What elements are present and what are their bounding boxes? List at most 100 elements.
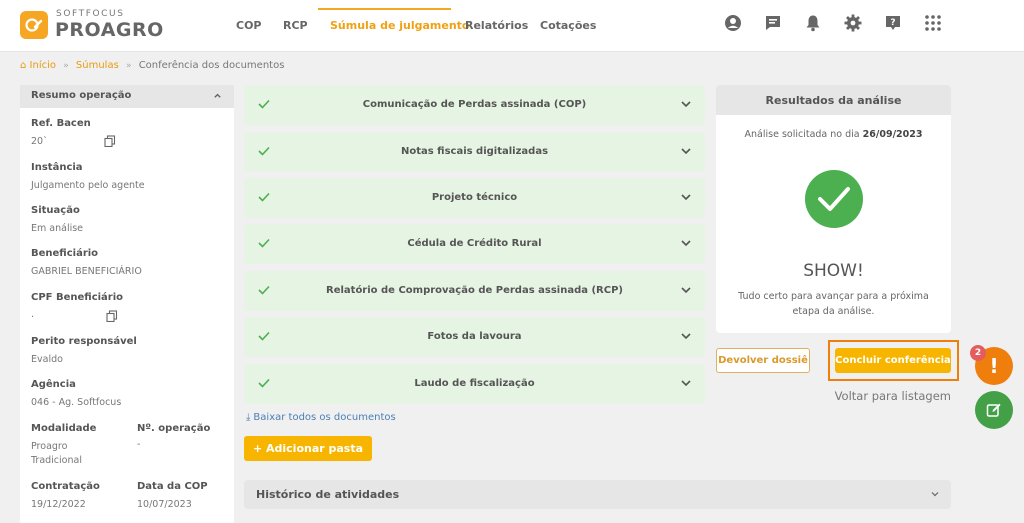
perito-value: Evaldo (31, 354, 63, 365)
top-navbar: SOFTFOCUS PROAGRO COP RCP Súmula de julg… (0, 0, 1024, 52)
summary-header[interactable]: Resumo operação (20, 85, 234, 108)
chevron-down-icon[interactable] (681, 239, 691, 247)
chat-icon[interactable] (763, 13, 783, 33)
chevron-down-icon[interactable] (931, 491, 939, 497)
success-check-icon (805, 170, 863, 228)
user-icon[interactable] (723, 13, 743, 33)
alert-icon: ! (989, 354, 999, 378)
situacao-value: Em análise (31, 223, 84, 234)
modalidade-value-line1: Proagro (31, 441, 68, 452)
download-all-label: Baixar todos os documentos (253, 412, 396, 423)
edit-fab[interactable] (975, 391, 1013, 429)
summary-title: Resumo operação (31, 90, 132, 101)
request-date-prefix: Análise solicitada no dia (744, 129, 860, 140)
document-accordion-cedula[interactable]: Cédula de Crédito Rural (244, 224, 705, 264)
n-operacao-value: - (137, 439, 141, 450)
nav-cop[interactable]: COP (236, 19, 262, 32)
data-cop-value: 10/07/2023 (137, 499, 192, 510)
modalidade-value-line2: Tradicional (31, 455, 82, 466)
copy-icon[interactable] (104, 135, 116, 147)
logo-mark-icon (25, 18, 43, 32)
ref-bacen-label: Ref. Bacen (31, 118, 91, 129)
document-accordion-cop[interactable]: Comunicação de Perdas assinada (COP) (244, 85, 705, 125)
document-title: Notas fiscais digitalizadas (400, 146, 549, 157)
operation-summary-panel: Resumo operação Ref. Bacen 20` Instância… (20, 85, 234, 523)
breadcrumb-home[interactable]: Início (30, 60, 56, 71)
chevron-down-icon[interactable] (681, 332, 691, 340)
analysis-request-date: Análise solicitada no dia 26/09/2023 (716, 129, 951, 140)
breadcrumb: ⌂ Início » Súmulas » Conferência dos doc… (20, 60, 284, 71)
analysis-results-panel: Resultados da análise Análise solicitada… (716, 85, 951, 333)
results-title: Resultados da análise (765, 94, 902, 107)
add-folder-button[interactable]: + Adicionar pasta (244, 436, 372, 461)
check-icon (258, 146, 270, 156)
breadcrumb-separator: » (63, 61, 69, 71)
conclude-check-button[interactable]: Concluir conferência (835, 348, 951, 373)
nav-sumula-julgamento[interactable]: Súmula de julgamento (330, 19, 469, 32)
instancia-label: Instância (31, 162, 83, 173)
notification-badge: 2 (970, 345, 986, 361)
document-title: Fotos da lavoura (427, 331, 522, 342)
document-accordion-rcp[interactable]: Relatório de Comprovação de Perdas assin… (244, 271, 705, 311)
results-header: Resultados da análise (716, 85, 951, 115)
brand-product: PROAGRO (55, 19, 164, 41)
download-all-link[interactable]: ⤓ Baixar todos os documentos (246, 412, 396, 423)
situacao-label: Situação (31, 205, 80, 216)
breadcrumb-sumulas[interactable]: Súmulas (76, 60, 119, 71)
perito-label: Perito responsável (31, 336, 137, 347)
document-title: Relatório de Comprovação de Perdas assin… (326, 285, 623, 296)
document-title: Cédula de Crédito Rural (407, 238, 542, 249)
request-date-value: 26/09/2023 (862, 129, 923, 140)
contratacao-value: 19/12/2022 (31, 499, 86, 510)
softfocus-logo[interactable] (20, 11, 48, 39)
modalidade-label: Modalidade (31, 423, 97, 434)
document-accordion-notas-fiscais[interactable]: Notas fiscais digitalizadas (244, 132, 705, 172)
agencia-label: Agência (31, 379, 76, 390)
document-accordion-laudo[interactable]: Laudo de fiscalização (244, 364, 705, 404)
activity-history-accordion[interactable]: Histórico de atividades (244, 480, 951, 509)
nav-rcp[interactable]: RCP (283, 19, 308, 32)
check-icon (258, 238, 270, 248)
check-icon (258, 378, 270, 388)
return-dossier-button[interactable]: Devolver dossiê (716, 348, 810, 373)
document-title: Comunicação de Perdas assinada (COP) (362, 99, 587, 110)
check-icon (258, 99, 270, 109)
back-to-list-link[interactable]: Voltar para listagem (830, 389, 951, 403)
cpf-label: CPF Beneficiário (31, 292, 124, 303)
n-operacao-label: Nº. operação (137, 423, 211, 434)
check-icon (258, 192, 270, 202)
edit-icon (986, 403, 1001, 417)
svg-text:?: ? (890, 18, 895, 28)
result-message: Tudo certo para avançar para a próxima e… (738, 291, 929, 317)
active-tab-indicator (318, 8, 451, 10)
activity-history-title: Histórico de atividades (256, 488, 400, 501)
instancia-value: Julgamento pelo agente (31, 180, 145, 191)
gear-icon[interactable] (843, 13, 863, 33)
chevron-down-icon[interactable] (681, 379, 691, 387)
document-title: Laudo de fiscalização (414, 378, 535, 389)
bell-icon[interactable] (803, 13, 823, 33)
chevron-down-icon[interactable] (681, 193, 691, 201)
nav-cotacoes[interactable]: Cotações (540, 19, 596, 32)
document-accordion-projeto-tecnico[interactable]: Projeto técnico (244, 178, 705, 218)
chevron-down-icon[interactable] (681, 100, 691, 108)
ref-bacen-value: 20` (31, 136, 48, 147)
document-accordion-fotos[interactable]: Fotos da lavoura (244, 317, 705, 357)
home-icon[interactable]: ⌂ (20, 60, 26, 71)
apps-grid-icon[interactable] (923, 13, 943, 33)
beneficiario-label: Beneficiário (31, 248, 99, 259)
contratacao-label: Contratação (31, 481, 100, 492)
check-icon (258, 331, 270, 341)
download-icon: ⤓ (246, 412, 251, 423)
chevron-down-icon[interactable] (681, 286, 691, 294)
result-headline: SHOW! (803, 261, 864, 281)
check-icon (258, 285, 270, 295)
beneficiario-value: GABRIEL BENEFICIÁRIO (31, 266, 142, 277)
copy-icon[interactable] (106, 310, 118, 322)
nav-relatorios[interactable]: Relatórios (465, 19, 528, 32)
chevron-down-icon[interactable] (681, 147, 691, 155)
document-title: Projeto técnico (431, 192, 518, 203)
chevron-up-icon[interactable] (213, 91, 222, 100)
brand-company: SOFTFOCUS (56, 9, 125, 19)
help-icon[interactable]: ? (883, 13, 903, 33)
